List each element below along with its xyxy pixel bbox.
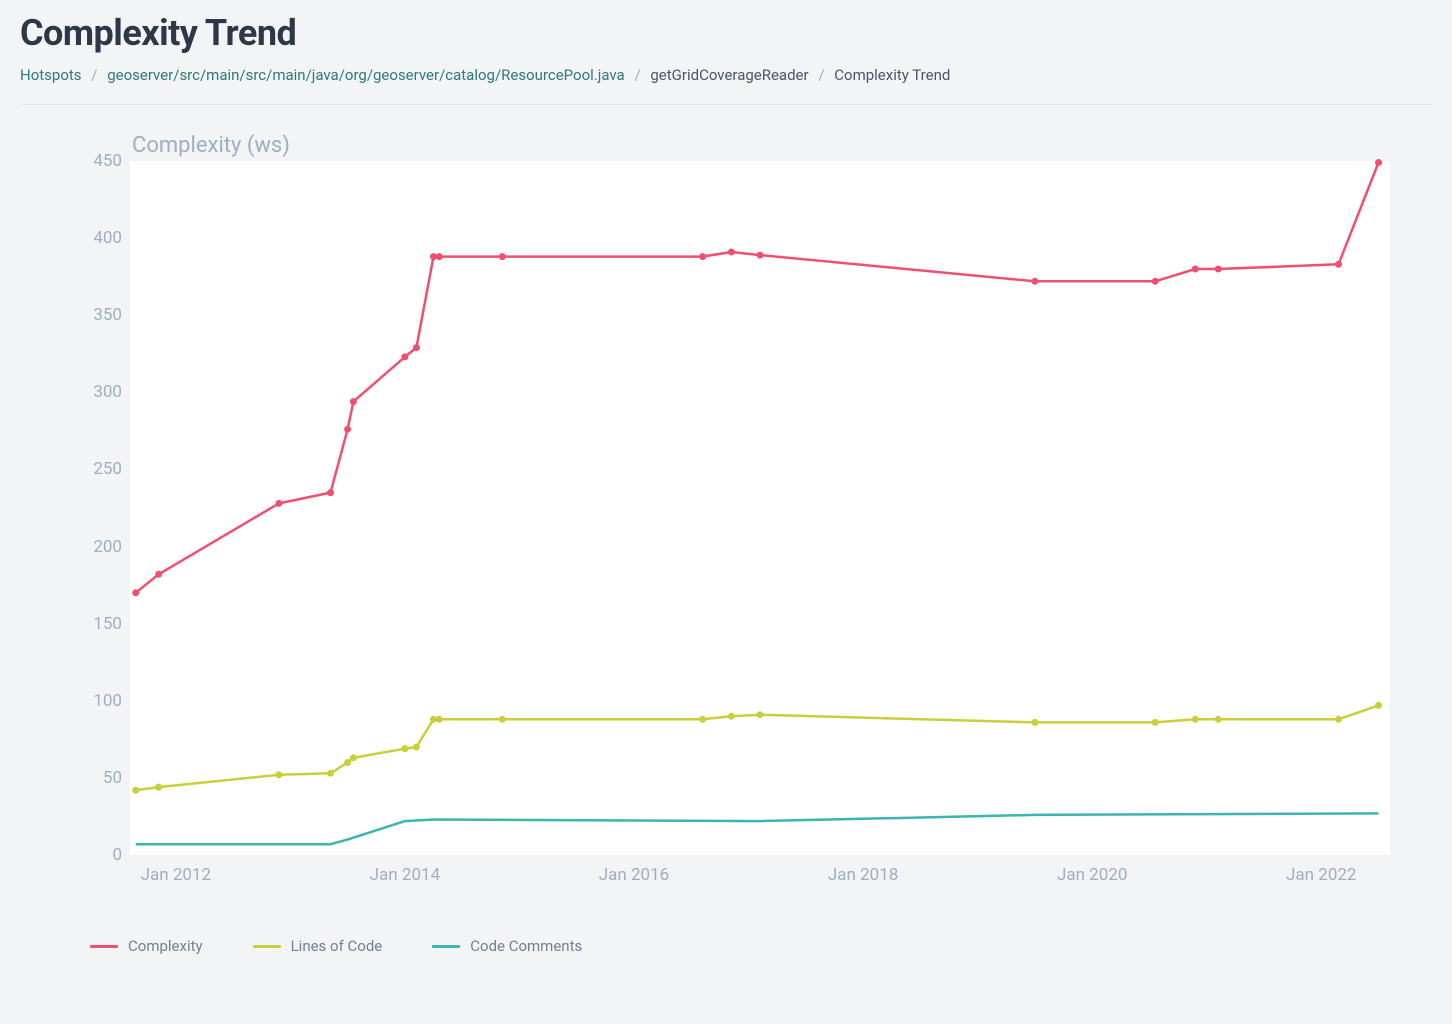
x-tick-label: Jan 2014 [370, 865, 440, 885]
x-tick-label: Jan 2022 [1286, 865, 1356, 885]
data-point[interactable] [155, 571, 162, 578]
data-point[interactable] [757, 711, 764, 718]
data-point[interactable] [499, 716, 506, 723]
x-tick-label: Jan 2016 [599, 865, 669, 885]
legend-label: Lines of Code [291, 937, 383, 955]
data-point[interactable] [1375, 702, 1382, 709]
legend-swatch [90, 945, 118, 948]
legend-label: Code Comments [470, 937, 582, 955]
data-point[interactable] [1215, 716, 1222, 723]
breadcrumb-link-file[interactable]: geoserver/src/main/src/main/java/org/geo… [107, 66, 625, 84]
data-point[interactable] [1375, 159, 1382, 166]
data-point[interactable] [344, 426, 351, 433]
data-point[interactable] [1335, 261, 1342, 268]
data-point[interactable] [327, 770, 334, 777]
data-point[interactable] [413, 744, 420, 751]
data-point[interactable] [350, 398, 357, 405]
chart-legend: Complexity Lines of Code Code Comments [0, 925, 1452, 975]
breadcrumb-separator: / [818, 66, 824, 84]
chart-svg [60, 135, 1390, 895]
x-tick-label: Jan 2012 [141, 865, 211, 885]
data-point[interactable] [499, 253, 506, 260]
data-point[interactable] [1152, 278, 1159, 285]
data-point[interactable] [436, 253, 443, 260]
data-point[interactable] [1031, 278, 1038, 285]
breadcrumb: Hotspots / geoserver/src/main/src/main/j… [20, 66, 1432, 105]
y-tick-label: 50 [72, 768, 122, 788]
data-point[interactable] [327, 489, 334, 496]
series-line [136, 813, 1379, 844]
data-point[interactable] [728, 713, 735, 720]
data-point[interactable] [699, 716, 706, 723]
data-point[interactable] [155, 784, 162, 791]
legend-item-lines-of-code[interactable]: Lines of Code [253, 937, 383, 955]
data-point[interactable] [401, 353, 408, 360]
y-tick-label: 400 [72, 228, 122, 248]
y-tick-label: 200 [72, 537, 122, 557]
data-point[interactable] [132, 589, 139, 596]
y-tick-label: 0 [72, 845, 122, 865]
y-tick-label: 450 [72, 151, 122, 171]
complexity-trend-chart[interactable]: Complexity (ws) 050100150200250300350400… [60, 135, 1390, 895]
breadcrumb-item-current: Complexity Trend [834, 66, 950, 84]
data-point[interactable] [132, 787, 139, 794]
breadcrumb-separator: / [91, 66, 97, 84]
data-point[interactable] [275, 500, 282, 507]
data-point[interactable] [757, 252, 764, 259]
legend-item-complexity[interactable]: Complexity [90, 937, 203, 955]
legend-label: Complexity [128, 937, 203, 955]
data-point[interactable] [413, 344, 420, 351]
breadcrumb-link-hotspots[interactable]: Hotspots [20, 66, 82, 84]
data-point[interactable] [1192, 716, 1199, 723]
breadcrumb-item-function: getGridCoverageReader [650, 66, 808, 84]
legend-item-code-comments[interactable]: Code Comments [432, 937, 582, 955]
data-point[interactable] [350, 754, 357, 761]
legend-swatch [253, 945, 281, 948]
data-point[interactable] [275, 771, 282, 778]
data-point[interactable] [1152, 719, 1159, 726]
y-tick-label: 100 [72, 691, 122, 711]
y-tick-label: 300 [72, 382, 122, 402]
data-point[interactable] [699, 253, 706, 260]
data-point[interactable] [728, 249, 735, 256]
data-point[interactable] [436, 716, 443, 723]
breadcrumb-separator: / [634, 66, 640, 84]
y-tick-label: 350 [72, 305, 122, 325]
page-title: Complexity Trend [20, 12, 1432, 54]
legend-swatch [432, 945, 460, 948]
data-point[interactable] [401, 745, 408, 752]
series-line [136, 163, 1379, 593]
data-point[interactable] [1031, 719, 1038, 726]
data-point[interactable] [1192, 266, 1199, 273]
y-tick-label: 250 [72, 459, 122, 479]
x-tick-label: Jan 2020 [1057, 865, 1127, 885]
y-tick-label: 150 [72, 614, 122, 634]
data-point[interactable] [344, 759, 351, 766]
x-tick-label: Jan 2018 [828, 865, 898, 885]
data-point[interactable] [1215, 266, 1222, 273]
data-point[interactable] [1335, 716, 1342, 723]
